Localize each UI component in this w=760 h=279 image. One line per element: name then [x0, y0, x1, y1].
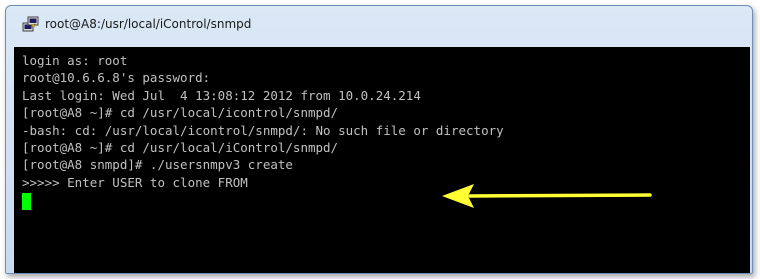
left-arrow-icon: [442, 184, 652, 208]
terminal-line: [root@A8 snmpd]# ./usersnmpv3 create: [22, 157, 293, 173]
window-title: root@A8:/usr/local/iControl/snmpd: [45, 17, 252, 31]
terminal-area[interactable]: login as: root root@10.6.6.8's password:…: [14, 47, 750, 273]
putty-app-icon[interactable]: [22, 15, 40, 33]
terminal-line: [root@A8 ~]# cd /usr/local/iControl/snmp…: [22, 139, 339, 155]
terminal-cursor: [22, 193, 31, 211]
terminal-line: [root@A8 ~]# cd /usr/local/icontrol/snmp…: [22, 105, 339, 121]
title-bar[interactable]: root@A8:/usr/local/iControl/snmpd: [6, 6, 752, 42]
terminal-line: login as: root: [22, 53, 128, 68]
putty-window: root@A8:/usr/local/iControl/snmpd login …: [5, 5, 753, 274]
terminal-line: -bash: cd: /usr/local/icontrol/snmpd/: N…: [22, 122, 504, 138]
terminal-line: Last login: Wed Jul 4 13:08:12 2012 from…: [22, 87, 421, 103]
terminal-line: root@10.6.6.8's password:: [22, 70, 211, 86]
